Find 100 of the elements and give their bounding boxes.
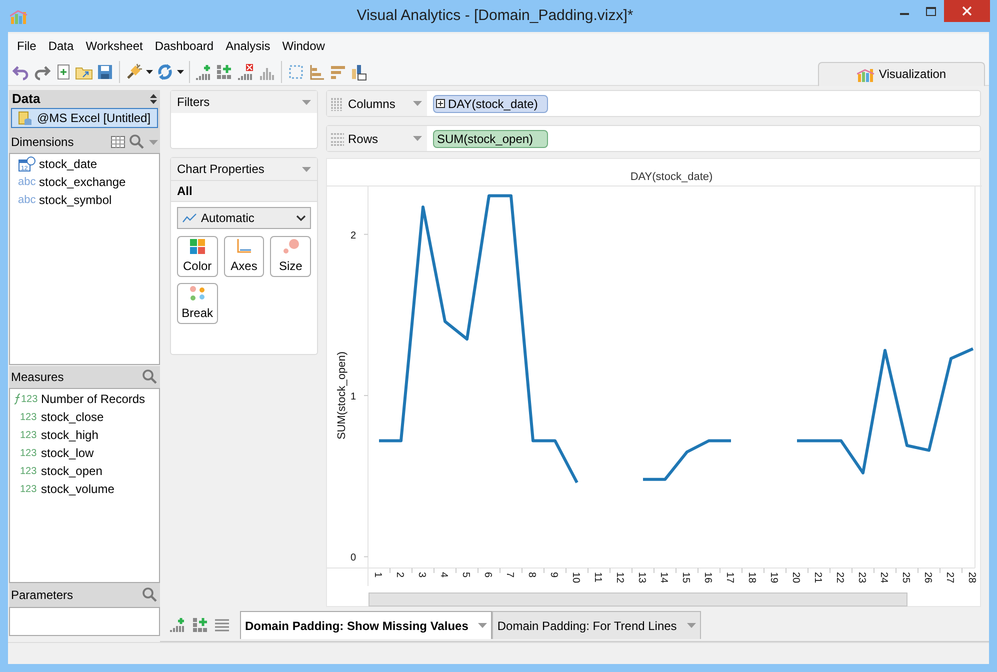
x-tick-label: 11: [592, 572, 603, 582]
x-tick-label: 26: [922, 572, 933, 584]
y-tick-label: 1: [350, 392, 356, 403]
x-tick-label: 21: [812, 572, 823, 584]
data-source-item[interactable]: @MS Excel [Untitled]: [11, 108, 158, 128]
columns-icon: [330, 96, 344, 110]
x-tick-label: 4: [438, 572, 449, 578]
panel-title: Parameters: [11, 587, 74, 604]
menu-item[interactable]: File: [12, 37, 42, 55]
property-button[interactable]: Size: [270, 236, 311, 277]
search-icon[interactable]: [142, 587, 158, 603]
shelf-label: Columns: [348, 96, 396, 112]
x-tick-label: 28: [966, 572, 977, 584]
window-title: Visual Analytics - [Domain_Padding.vizx]*: [356, 6, 634, 26]
dropdown-caret-icon[interactable]: [146, 70, 153, 74]
shelf-label: Rows: [348, 130, 378, 148]
add-dashboard-icon[interactable]: [192, 617, 208, 633]
add-dashboard-icon[interactable]: [216, 62, 234, 80]
remove-chart-icon[interactable]: [237, 62, 255, 80]
dropdown-caret-icon[interactable]: [177, 70, 184, 74]
circles-icon: [282, 238, 300, 255]
axes-icon: [235, 238, 252, 255]
add-chart-icon[interactable]: [195, 62, 213, 80]
close-button[interactable]: [944, 0, 990, 22]
lasso-select-icon[interactable]: [287, 62, 305, 80]
function-icon: [14, 393, 21, 405]
x-tick-label: 22: [834, 572, 845, 584]
property-button[interactable]: Color: [177, 236, 218, 277]
type-label: abc: [18, 174, 36, 190]
search-icon[interactable]: [142, 369, 158, 385]
property-button[interactable]: Axes: [224, 236, 264, 277]
property-button[interactable]: Break: [177, 283, 218, 324]
type-label: abc: [18, 192, 36, 208]
x-axis-title: DAY(stock_date): [630, 171, 713, 183]
x-tick-label: 5: [460, 572, 471, 578]
x-tick-label: 7: [504, 572, 515, 578]
x-tick-label: 16: [702, 572, 713, 584]
x-tick-label: 2: [394, 572, 405, 578]
panel-title: Data: [12, 90, 40, 108]
field-label: stock_date: [39, 156, 98, 173]
line-chart-icon: [182, 212, 197, 224]
x-tick-label: 17: [724, 572, 735, 584]
app-logo-icon: [10, 8, 28, 24]
menu-item[interactable]: Data: [43, 37, 79, 55]
x-tick-label: 9: [548, 572, 559, 578]
x-tick-label: 19: [768, 572, 779, 584]
panel-title: Chart Properties: [177, 161, 264, 178]
x-tick-label: 13: [636, 572, 647, 584]
y-axis-title: SUM(stock_open): [336, 352, 348, 440]
x-tick-label: 27: [944, 572, 955, 584]
scrollbar-thumb[interactable]: [368, 592, 908, 606]
plug-icon[interactable]: [125, 62, 143, 80]
x-tick-label: 10: [570, 572, 581, 584]
panel-title: Measures: [11, 369, 64, 386]
field-label: Number of Records: [41, 391, 146, 408]
expand-icon[interactable]: [436, 99, 445, 108]
swap-axes-icon[interactable]: [350, 62, 368, 80]
visualization-tab[interactable]: Visualization: [818, 62, 985, 86]
y-tick-label: 0: [350, 552, 356, 564]
refresh-icon[interactable]: [156, 62, 174, 80]
horizontal-bars-icon[interactable]: [308, 62, 326, 80]
section-title: All: [177, 183, 192, 200]
pill-label: DAY(stock_date): [448, 96, 538, 112]
sheet-tab[interactable]: Domain Padding: Show Missing Values: [240, 611, 492, 639]
x-tick-label: 1: [372, 572, 383, 578]
y-tick-label: 2: [350, 230, 356, 242]
table-icon[interactable]: [111, 136, 125, 148]
x-tick-label: 6: [482, 572, 493, 578]
type-label: 123: [20, 464, 38, 478]
field-label: stock_high: [41, 427, 98, 444]
x-tick-label: 25: [900, 572, 911, 584]
field-pill[interactable]: SUM(stock_open): [433, 130, 548, 148]
field-pill[interactable]: DAY(stock_date): [433, 94, 548, 112]
mark-type-dropdown[interactable]: Automatic: [177, 207, 311, 229]
close-icon: [962, 6, 972, 16]
type-label: 123: [21, 392, 39, 406]
menu-item[interactable]: Analysis: [220, 37, 276, 55]
type-label: 123: [20, 482, 38, 496]
sort-arrows-icon[interactable]: [150, 94, 157, 104]
type-label: 123: [20, 428, 38, 442]
panel-title: Dimensions: [11, 134, 74, 151]
x-tick-label: 8: [526, 572, 537, 578]
chevron-down-icon: [296, 215, 306, 221]
menu-item[interactable]: Dashboard: [150, 37, 219, 55]
list-icon[interactable]: [214, 618, 230, 632]
x-tick-label: 3: [416, 572, 427, 578]
field-label: stock_symbol: [39, 192, 112, 209]
field-label: stock_open: [41, 463, 102, 480]
x-tick-label: 20: [790, 572, 801, 584]
type-label: 123: [20, 410, 38, 424]
menu-item[interactable]: Worksheet: [80, 37, 148, 55]
database-icon: [18, 110, 33, 126]
menu-item[interactable]: Window: [277, 37, 330, 55]
x-tick-label: 15: [680, 572, 691, 584]
field-label: stock_exchange: [39, 174, 126, 191]
add-chart-icon[interactable]: [170, 617, 186, 633]
sheet-tab[interactable]: Domain Padding: For Trend Lines: [492, 611, 701, 639]
search-icon[interactable]: [129, 134, 145, 150]
field-label: stock_close: [41, 409, 104, 426]
save-icon[interactable]: [96, 62, 114, 80]
